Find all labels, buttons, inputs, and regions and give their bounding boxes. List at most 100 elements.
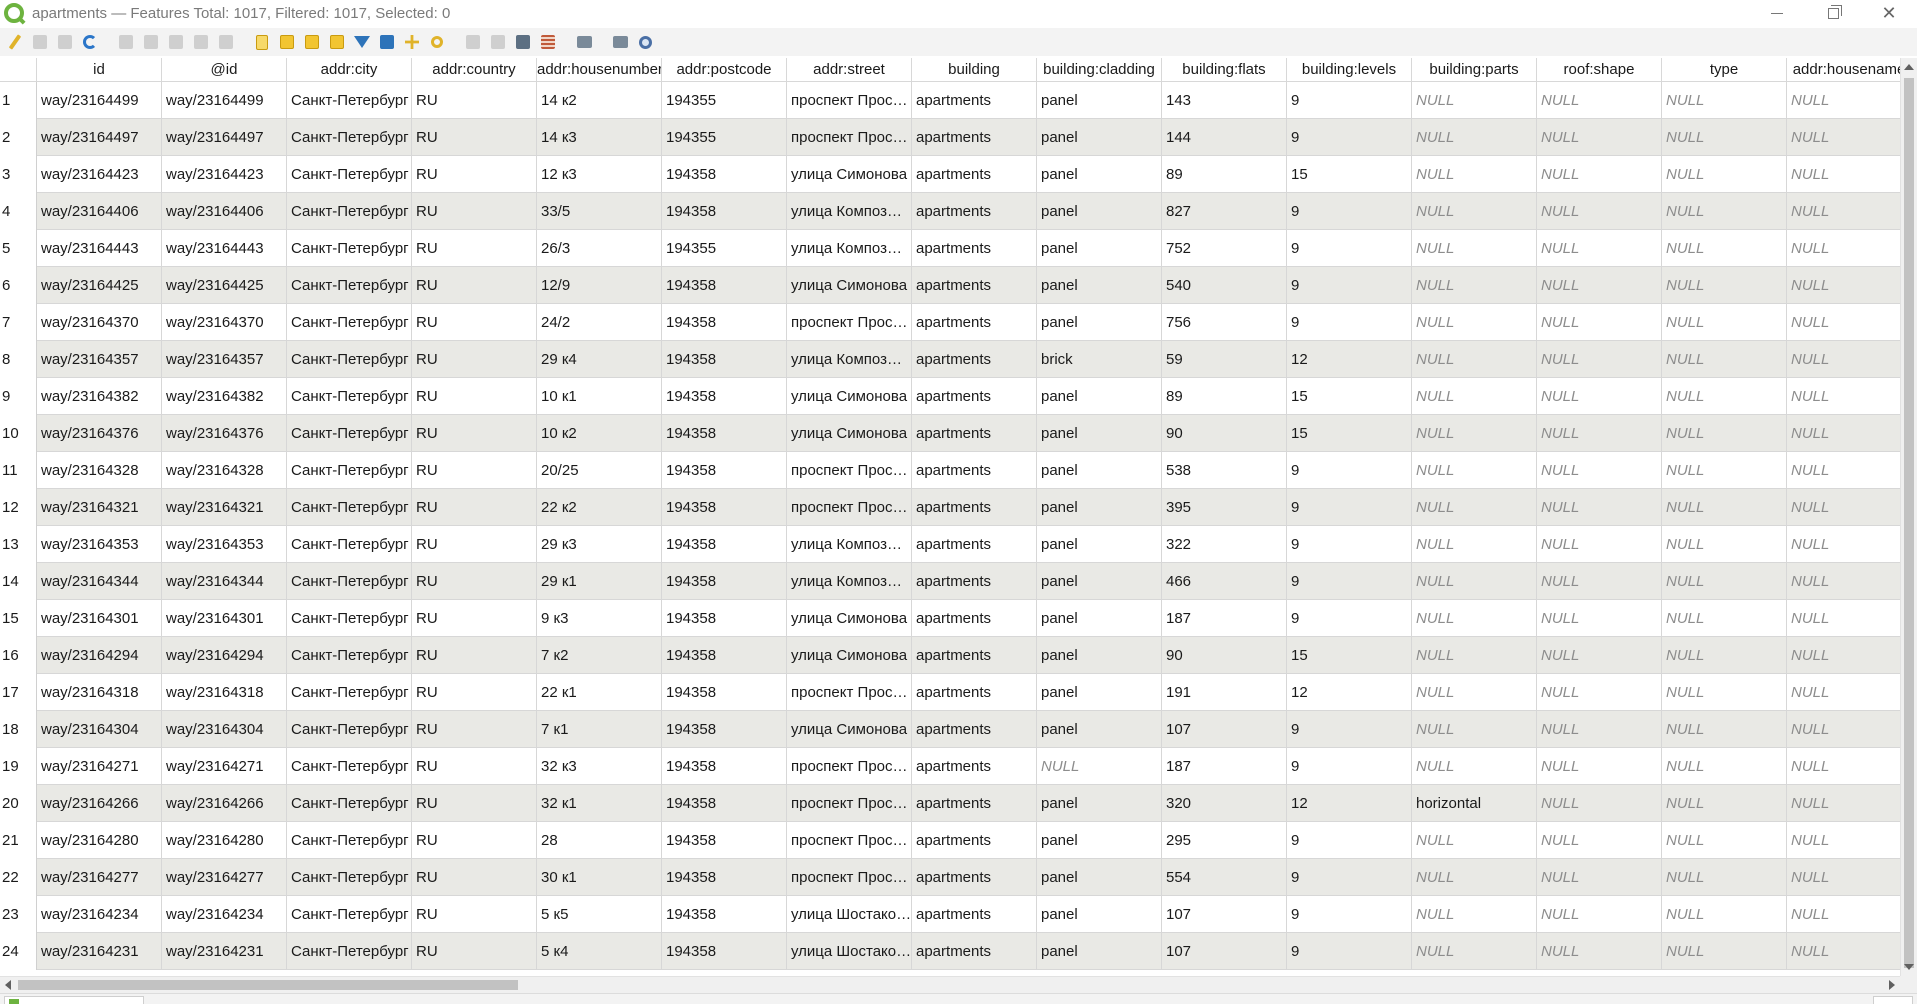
table-cell[interactable]: NULL (1037, 748, 1162, 785)
table-cell[interactable]: 295 (1162, 822, 1287, 859)
table-cell[interactable]: 9 (1287, 526, 1412, 563)
table-cell[interactable]: RU (412, 637, 537, 674)
table-row[interactable]: 16 way/23164294 way/23164294 Санкт-Петербур… (0, 637, 1900, 674)
table-cell[interactable]: way/23164277 (37, 859, 162, 896)
zoom-map-button[interactable] (634, 31, 656, 53)
table-cell[interactable]: way/23164370 (37, 304, 162, 341)
table-cell[interactable]: way/23164304 (37, 711, 162, 748)
table-cell[interactable]: 10 к2 (537, 415, 662, 452)
table-cell[interactable]: NULL (1662, 933, 1787, 970)
row-number[interactable]: 11 (0, 452, 37, 489)
table-cell[interactable]: NULL (1787, 637, 1900, 674)
table-cell[interactable]: Санкт-Петербург (287, 156, 412, 193)
column-header[interactable]: building:cladding (1037, 58, 1162, 82)
vertical-scrollbar[interactable] (1900, 58, 1917, 976)
save-edits-button[interactable] (54, 31, 76, 53)
filter-selected-button[interactable] (351, 31, 373, 53)
table-cell[interactable]: brick (1037, 341, 1162, 378)
table-cell[interactable]: 194355 (662, 230, 787, 267)
table-cell[interactable]: apartments (912, 119, 1037, 156)
table-cell[interactable]: проспект Прос… (787, 785, 912, 822)
column-header[interactable]: type (1662, 58, 1787, 82)
table-cell[interactable]: 194358 (662, 341, 787, 378)
table-cell[interactable]: way/23164357 (162, 341, 287, 378)
table-cell[interactable]: NULL (1537, 156, 1662, 193)
table-cell[interactable]: apartments (912, 489, 1037, 526)
table-cell[interactable]: 7 к2 (537, 637, 662, 674)
table-cell[interactable]: RU (412, 785, 537, 822)
table-cell[interactable]: 9 (1287, 452, 1412, 489)
table-row[interactable]: 15 way/23164301 way/23164301 Санкт-Петербур… (0, 600, 1900, 637)
table-cell[interactable]: 144 (1162, 119, 1287, 156)
table-cell[interactable]: NULL (1412, 674, 1537, 711)
table-cell[interactable]: Санкт-Петербург (287, 933, 412, 970)
table-cell[interactable]: NULL (1412, 748, 1537, 785)
table-cell[interactable]: 9 (1287, 230, 1412, 267)
table-cell[interactable]: apartments (912, 711, 1037, 748)
row-number[interactable]: 6 (0, 267, 37, 304)
table-cell[interactable]: way/23164234 (37, 896, 162, 933)
table-row[interactable]: 1 way/23164499 way/23164499 Санкт-Петербург… (0, 82, 1900, 119)
row-number[interactable]: 19 (0, 748, 37, 785)
table-cell[interactable]: NULL (1787, 82, 1900, 119)
table-cell[interactable]: NULL (1662, 304, 1787, 341)
table-cell[interactable]: NULL (1787, 119, 1900, 156)
table-cell[interactable]: horizontal (1412, 785, 1537, 822)
table-cell[interactable]: way/23164382 (162, 378, 287, 415)
table-cell[interactable]: NULL (1412, 489, 1537, 526)
table-cell[interactable]: way/23164443 (162, 230, 287, 267)
table-cell[interactable]: 466 (1162, 563, 1287, 600)
column-header[interactable]: building (912, 58, 1037, 82)
table-cell[interactable]: way/23164271 (37, 748, 162, 785)
table-cell[interactable]: NULL (1537, 748, 1662, 785)
attribute-table[interactable]: id @id addr:city addr:country addr:house… (0, 58, 1900, 976)
table-cell[interactable]: 194358 (662, 674, 787, 711)
row-number[interactable]: 7 (0, 304, 37, 341)
table-cell[interactable]: NULL (1412, 415, 1537, 452)
table-cell[interactable]: NULL (1662, 785, 1787, 822)
table-cell[interactable]: 15 (1287, 156, 1412, 193)
table-cell[interactable]: 194358 (662, 378, 787, 415)
table-cell[interactable]: way/23164318 (37, 674, 162, 711)
table-cell[interactable]: NULL (1662, 896, 1787, 933)
table-cell[interactable]: 194358 (662, 785, 787, 822)
table-cell[interactable]: 29 к4 (537, 341, 662, 378)
table-cell[interactable]: Санкт-Петербург (287, 452, 412, 489)
table-cell[interactable]: 89 (1162, 156, 1287, 193)
table-cell[interactable]: RU (412, 563, 537, 600)
table-cell[interactable]: NULL (1537, 304, 1662, 341)
table-cell[interactable]: way/23164406 (162, 193, 287, 230)
table-cell[interactable]: 752 (1162, 230, 1287, 267)
table-cell[interactable]: 12 (1287, 785, 1412, 822)
table-cell[interactable]: 194358 (662, 452, 787, 489)
table-cell[interactable]: panel (1037, 859, 1162, 896)
table-cell[interactable]: panel (1037, 822, 1162, 859)
table-row[interactable]: 9 way/23164382 way/23164382 Санкт-Петербург… (0, 378, 1900, 415)
table-cell[interactable]: way/23164280 (37, 822, 162, 859)
row-number[interactable]: 13 (0, 526, 37, 563)
table-cell[interactable]: 10 к1 (537, 378, 662, 415)
toggle-editing-button[interactable] (4, 31, 26, 53)
table-cell[interactable]: NULL (1537, 637, 1662, 674)
table-cell[interactable]: 194358 (662, 267, 787, 304)
table-cell[interactable]: 12 (1287, 674, 1412, 711)
table-cell[interactable]: way/23164301 (162, 600, 287, 637)
dock-attribute-table-button[interactable] (573, 31, 595, 53)
table-row[interactable]: 4 way/23164406 way/23164406 Санкт-Петербург… (0, 193, 1900, 230)
table-cell[interactable]: panel (1037, 600, 1162, 637)
table-row[interactable]: 7 way/23164370 way/23164370 Санкт-Петербург… (0, 304, 1900, 341)
table-cell[interactable]: panel (1037, 563, 1162, 600)
table-cell[interactable]: 9 (1287, 489, 1412, 526)
table-cell[interactable]: 9 (1287, 711, 1412, 748)
table-cell[interactable]: RU (412, 119, 537, 156)
row-number[interactable]: 1 (0, 82, 37, 119)
table-cell[interactable]: NULL (1412, 304, 1537, 341)
row-number[interactable]: 18 (0, 711, 37, 748)
table-row[interactable]: 18 way/23164304 way/23164304 Санкт-Петербур… (0, 711, 1900, 748)
table-corner[interactable] (0, 58, 37, 82)
horizontal-scrollbar[interactable] (0, 976, 1900, 993)
deselect-all-button[interactable] (326, 31, 348, 53)
table-cell[interactable]: 194358 (662, 526, 787, 563)
table-cell[interactable]: NULL (1537, 378, 1662, 415)
table-cell[interactable]: NULL (1662, 119, 1787, 156)
